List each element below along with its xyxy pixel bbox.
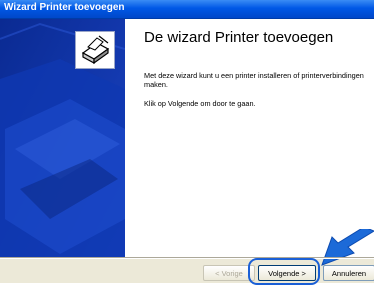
intro-text: Met deze wizard kunt u een printer insta…	[144, 71, 364, 89]
next-button-highlight	[248, 258, 320, 285]
side-panel	[0, 19, 125, 257]
cancel-button[interactable]: Annuleren	[323, 265, 374, 281]
printer-wizard-icon	[75, 31, 115, 69]
title-bar[interactable]: Wizard Printer toevoegen	[0, 0, 374, 19]
instruction-text: Klik op Volgende om door te gaan.	[144, 99, 256, 108]
footer-divider	[0, 257, 374, 259]
pointer-arrow-icon	[321, 229, 374, 266]
wizard-content: De wizard Printer toevoegen Met deze wiz…	[0, 19, 374, 266]
wizard-window: Wizard Printer toevoegen De wizard Print…	[0, 0, 374, 283]
window-title: Wizard Printer toevoegen	[4, 2, 125, 13]
wizard-heading: De wizard Printer toevoegen	[144, 29, 334, 46]
